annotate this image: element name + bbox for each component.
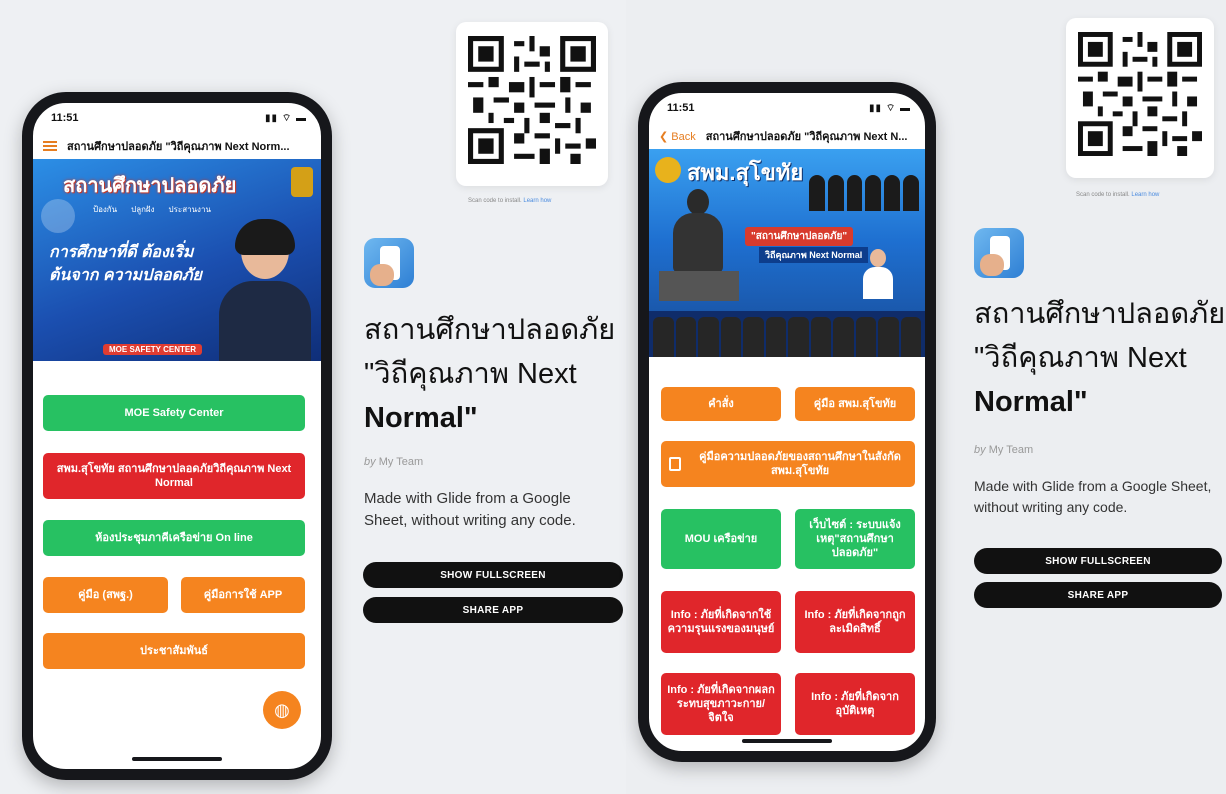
incident-report-website-button[interactable]: เว็บไซต์ : ระบบแจ้งเหตุ"สถานศึกษาปลอดภัย… (795, 509, 915, 569)
person-photo (863, 249, 893, 299)
status-time: 11:51 (51, 112, 79, 124)
app-header-title: สถานศึกษาปลอดภัย "วิถีคุณภาพ Next Norm..… (67, 141, 290, 153)
share-app-button[interactable]: SHARE APP (363, 597, 623, 623)
info-human-violence-button[interactable]: Info : ภัยที่เกิดจากใช้ความรุนแรงของมนุษ… (661, 591, 781, 653)
qr-caption: Scan code to install. Learn how (468, 198, 551, 204)
status-time: 11:51 (667, 102, 695, 114)
banner-tags: ป้องกัน ปลูกฝัง ประสานงาน (93, 203, 211, 216)
chevron-left-icon: ❮ (659, 130, 672, 143)
status-bar: 11:51 ▮▮ ⌔ ▬ (649, 93, 925, 123)
show-fullscreen-button[interactable]: SHOW FULLSCREEN (974, 548, 1222, 574)
app-title-line: "วิถีคุณภาพ Next (364, 352, 626, 396)
team-name: My Team (378, 456, 424, 468)
by-prefix: by (364, 456, 376, 468)
app-manual-button[interactable]: คู่มือการใช้ APP (181, 577, 305, 613)
byline: by My Team (974, 444, 1033, 456)
info-health-impact-button[interactable]: Info : ภัยที่เกิดจากผลกระทบสุขภาวะกาย/จิ… (661, 673, 781, 735)
qr-caption-text: Scan code to install. (1076, 192, 1130, 198)
status-bar: 11:51 ▮▮ ⌔ ▬ (33, 103, 321, 133)
signal-wifi-battery-icon: ▮▮ ⌔ ▬ (265, 112, 307, 124)
app-title-line-text: Normal" (974, 386, 1088, 418)
hero-banner: สถานศึกษาปลอดภัย ป้องกัน ปลูกฝัง ประสานง… (33, 159, 321, 361)
hero-banner: สพม.สุโขทัย "สถานศึกษาปลอดภัย" วิถีคุณภา… (649, 149, 925, 357)
qr-code-icon (1078, 32, 1202, 156)
banner-headline: สถานศึกษาปลอดภัย (63, 175, 237, 197)
banner-footer: MOE SAFETY CENTER (103, 344, 202, 355)
app-title: สถานศึกษาปลอดภัย "วิถีคุณภาพ Next Normal… (974, 292, 1226, 424)
banner-headline: สพม.สุโขทัย (687, 160, 804, 185)
qr-card (1066, 18, 1214, 178)
banner-quote: "สถานศึกษาปลอดภัย" (745, 227, 854, 246)
banner-tag: ประสานงาน (168, 205, 211, 214)
show-fullscreen-button[interactable]: SHOW FULLSCREEN (363, 562, 623, 588)
app-description: Made with Glide from a Google Sheet, wit… (364, 490, 576, 529)
public-relations-button[interactable]: ประชาสัมพันธ์ (43, 633, 305, 669)
left-panel: 11:51 ▮▮ ⌔ ▬ สถานศึกษาปลอดภัย "วิถีคุณภา… (0, 0, 626, 794)
banner-quote: การศึกษาที่ดี ต้องเริ่มต้นจาก ความปลอดภั… (49, 244, 202, 284)
qr-code-icon (468, 36, 596, 164)
moe-safety-center-button[interactable]: MOE Safety Center (43, 395, 305, 431)
learn-how-link[interactable]: Learn how (523, 198, 551, 204)
orders-button[interactable]: คำสั่ง (661, 387, 781, 421)
sukhothai-manual-button[interactable]: คู่มือ สพม.สุโขทัย (795, 387, 915, 421)
app-title: สถานศึกษาปลอดภัย "วิถีคุณภาพ Next Normal… (364, 308, 626, 440)
mou-network-button[interactable]: MOU เครือข่าย (661, 509, 781, 569)
school-safety-manual-button[interactable]: คู่มือความปลอดภัยของสถานศึกษาในสังกัด สพ… (661, 441, 915, 487)
phone-mockup-left: 11:51 ▮▮ ⌔ ▬ สถานศึกษาปลอดภัย "วิถีคุณภา… (22, 92, 332, 780)
team-name: My Team (988, 444, 1034, 456)
shield-icon (41, 199, 75, 233)
emblem-icon (655, 157, 681, 183)
person-photo (219, 219, 311, 361)
app-title-line-text: Normal" (364, 402, 478, 434)
app-header-title: สถานศึกษาปลอดภัย "วิถีคุณภาพ Next N... (705, 131, 908, 143)
back-label: Back (671, 130, 696, 143)
app-title-line: สถานศึกษาปลอดภัย (364, 314, 616, 346)
sukhothai-safe-school-button[interactable]: สพม.สุโขทัย สถานศึกษาปลอดภัยวิถีคุณภาพ N… (43, 453, 305, 499)
home-indicator (132, 757, 222, 761)
obec-manual-button[interactable]: คู่มือ (สพฐ.) (43, 577, 168, 613)
signal-wifi-battery-icon: ▮▮ ⌔ ▬ (869, 102, 911, 114)
school-safety-manual-label: คู่มือความปลอดภัยของสถานศึกษาในสังกัด สพ… (699, 451, 901, 477)
app-title-line: Normal" (364, 396, 626, 440)
right-panel: 11:51 ▮▮ ⌔ ▬ ❮ Back สถานศึกษาปลอดภัย "วิ… (626, 0, 1226, 794)
hamburger-icon[interactable] (43, 139, 57, 153)
globe-icon[interactable]: ◍ (263, 691, 301, 729)
banner-subquote: วิถีคุณภาพ Next Normal (759, 247, 869, 263)
back-button[interactable]: ❮ Back (659, 130, 696, 143)
app-header: ❮ Back สถานศึกษาปลอดภัย "วิถีคุณภาพ Next… (649, 123, 925, 149)
emblem-icon (291, 167, 313, 197)
app-title-line-text: "วิถีคุณภาพ Next (974, 342, 1187, 374)
app-title-line: "วิถีคุณภาพ Next (974, 336, 1226, 380)
app-description: Made with Glide from a Google Sheet, wit… (974, 478, 1212, 515)
app-icon (974, 228, 1024, 278)
network-meeting-button[interactable]: ห้องประชุมภาคีเครือข่าย On line (43, 520, 305, 556)
app-title-line-text: "วิถีคุณภาพ Next (364, 358, 577, 390)
qr-card (456, 22, 608, 186)
document-icon (669, 457, 681, 471)
app-title-line: สถานศึกษาปลอดภัย (974, 298, 1226, 330)
app-title-line: Normal" (974, 380, 1226, 424)
byline: by My Team (364, 456, 423, 468)
phone-mockup-right: 11:51 ▮▮ ⌔ ▬ ❮ Back สถานศึกษาปลอดภัย "วิ… (638, 82, 936, 762)
staff-group-photo (809, 175, 919, 211)
home-indicator (742, 739, 832, 743)
by-prefix: by (974, 444, 986, 456)
app-header: สถานศึกษาปลอดภัย "วิถีคุณภาพ Next Norm..… (33, 133, 321, 159)
app-icon (364, 238, 414, 288)
qr-caption: Scan code to install. Learn how (1076, 192, 1159, 198)
info-accident-button[interactable]: Info : ภัยที่เกิดจากอุบัติเหตุ (795, 673, 915, 735)
statue-photo (659, 189, 739, 301)
team-photo-strip (649, 311, 925, 357)
qr-caption-text: Scan code to install. (468, 198, 522, 204)
banner-tag: ป้องกัน (93, 205, 118, 214)
learn-how-link[interactable]: Learn how (1131, 192, 1159, 198)
banner-tag: ปลูกฝัง (131, 205, 155, 214)
info-rights-violation-button[interactable]: Info : ภัยที่เกิดจากถูกละเมิดสิทธิ์ (795, 591, 915, 653)
share-app-button[interactable]: SHARE APP (974, 582, 1222, 608)
